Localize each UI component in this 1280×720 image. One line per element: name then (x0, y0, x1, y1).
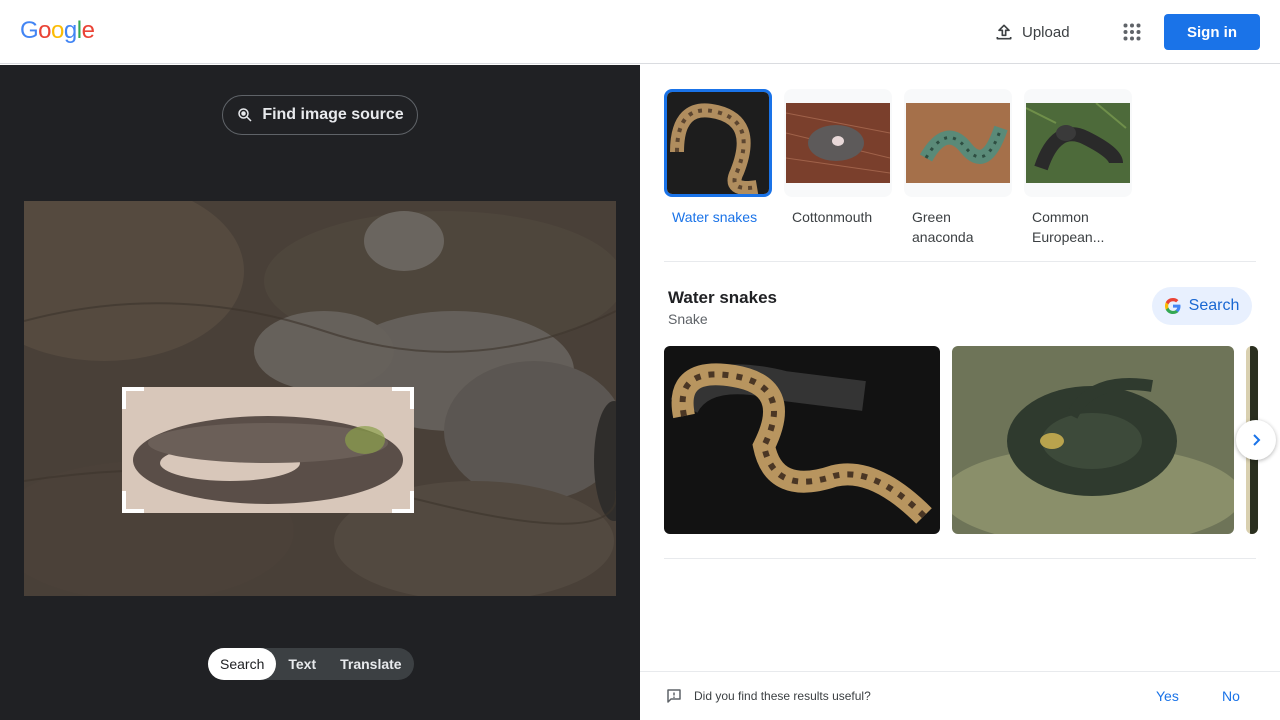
sign-in-button[interactable]: Sign in (1164, 14, 1260, 50)
chip-label: Common European... (1032, 209, 1105, 245)
logo-letter: o (51, 17, 64, 44)
tab-translate[interactable]: Translate (328, 648, 413, 680)
chip-cottonmouth[interactable]: Cottonmouth (784, 89, 892, 247)
feedback-yes-button[interactable]: Yes (1156, 688, 1179, 704)
top-bar: Google Upload Sign in (0, 0, 1280, 64)
tab-search[interactable]: Search (208, 648, 277, 680)
chip-thumbnail (664, 89, 772, 197)
apps-grid-icon (1123, 23, 1141, 41)
crop-selection[interactable] (120, 385, 416, 515)
chip-thumbnail (1024, 89, 1132, 197)
google-logo[interactable]: Google (20, 17, 95, 45)
upload-label: Upload (1022, 23, 1070, 41)
find-image-source-button[interactable]: Find image source (222, 95, 418, 135)
logo-letter: e (81, 17, 95, 44)
entity-title: Water snakes (668, 288, 777, 307)
google-search-button[interactable]: Search (1152, 287, 1252, 325)
upload-button[interactable]: Upload (984, 14, 1080, 50)
logo-letter: o (38, 17, 52, 44)
chip-water-snakes[interactable]: Water snakes (664, 89, 772, 247)
logo-letter: g (63, 17, 77, 44)
query-image-panel: Find image source Search Text Translate (0, 65, 640, 720)
entity-chips: Water snakes Cottonmouth Green anaconda … (664, 89, 1132, 247)
chip-common-european[interactable]: Common European... (1024, 89, 1132, 247)
entity-subtitle: Snake (668, 311, 708, 327)
chip-thumbnail (784, 89, 892, 197)
chip-label: Green anaconda (912, 209, 974, 245)
chip-thumbnail (904, 89, 1012, 197)
result-image[interactable] (664, 346, 940, 534)
lens-mode-tabs: Search Text Translate (208, 648, 414, 680)
chip-green-anaconda[interactable]: Green anaconda (904, 89, 1012, 247)
feedback-bar: Did you find these results useful? Yes N… (640, 671, 1280, 720)
google-search-label: Search (1188, 297, 1240, 314)
feedback-question: Did you find these results useful? (694, 689, 871, 703)
apps-grid-button[interactable] (1116, 16, 1148, 48)
feedback-no-button[interactable]: No (1222, 688, 1240, 704)
upload-icon (996, 24, 1012, 40)
result-image[interactable] (952, 346, 1234, 534)
feedback-icon (667, 689, 681, 703)
chevron-right-icon (1253, 434, 1261, 446)
logo-letter: G (20, 17, 39, 44)
divider (664, 558, 1256, 559)
divider (664, 261, 1256, 262)
google-g-icon (1164, 298, 1181, 314)
tab-text[interactable]: Text (276, 648, 328, 680)
query-image (24, 201, 616, 596)
chip-label: Water snakes (672, 209, 758, 225)
chip-label: Cottonmouth (792, 209, 873, 225)
carousel-next-button[interactable] (1236, 420, 1276, 460)
find-image-source-label: Find image source (262, 106, 404, 123)
results-panel: Water snakes Cottonmouth Green anaconda … (640, 65, 1280, 720)
image-search-icon (238, 108, 252, 122)
